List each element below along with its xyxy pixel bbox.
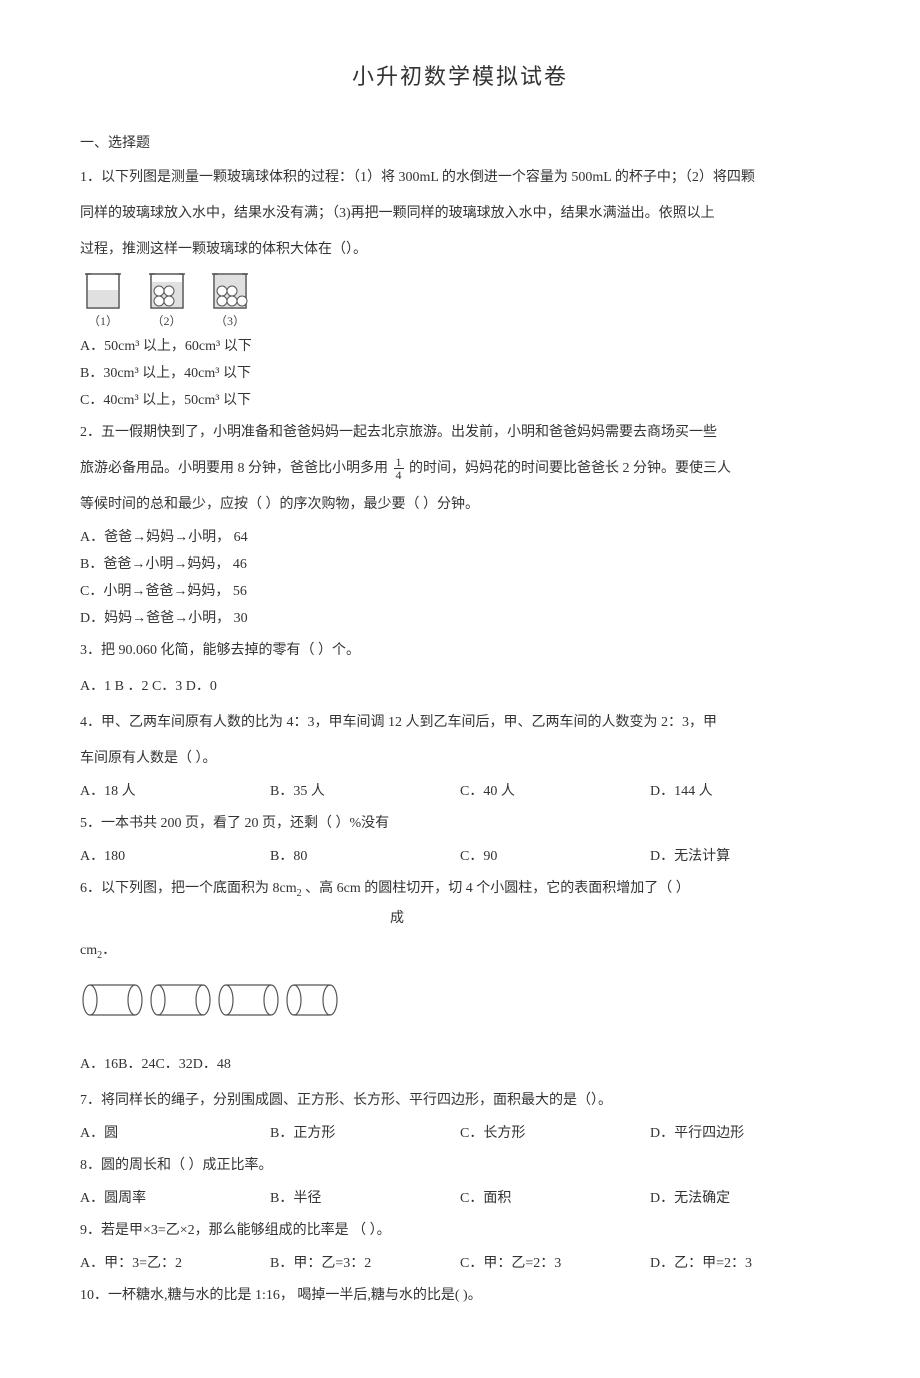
q6-options: A．16B．24C．32D．48 [80, 1051, 840, 1079]
beaker-3: （3） [207, 272, 253, 330]
beaker-2: （2） [144, 272, 190, 330]
q2-option-b: B．爸爸→小明→妈妈， 46 [80, 554, 840, 575]
q7-option-b: B．正方形 [270, 1123, 460, 1144]
q1-figure: （1） （2） （3） [80, 272, 840, 330]
q8-option-d: D．无法确定 [650, 1188, 840, 1209]
q1-stem-l1: 1．以下列图是测量一颗玻璃球体积的过程：（1）将 300mL 的水倒进一个容量为… [80, 164, 840, 192]
q9-options: A．甲：3=乙：2 B．甲：乙­=3：2 C．甲：乙=2：3 D．乙：甲=2：3 [80, 1253, 840, 1274]
sub2: 2 [97, 950, 102, 961]
q9-option-c: C．甲：乙=2：3 [460, 1253, 650, 1274]
q3-options: A．1 B ．2 C．3 D．0 [80, 673, 840, 701]
beaker-caption: （3） [207, 312, 253, 330]
q2-pre: 旅游必备用品。小明要用 8 分钟，爸爸比小明多用 [80, 461, 392, 476]
frac-den: 4 [394, 469, 404, 481]
q7-option-a: A．圆 [80, 1123, 270, 1144]
beaker-icon [210, 272, 250, 310]
q9-stem: 9．若是甲×3=乙×2，那么能够组成的比率是 （ ）。 [80, 1217, 840, 1245]
q4-option-c: C．40 人 [460, 781, 650, 802]
q2-post: 的时间，妈妈花的时间要比爸爸长 2 分钟。要使三人 [409, 461, 731, 476]
q4-stem-l2: 车间原有人数是（ ）。 [80, 745, 840, 773]
sub2: 2 [297, 888, 302, 899]
page-title: 小升初数学模拟试卷 [80, 60, 840, 93]
q5-option-d: D．无法计算 [650, 846, 840, 867]
q2-option-a: A．爸爸→妈妈→小明， 64 [80, 527, 840, 548]
q6-mid: 、高 6cm 的圆柱切开，切 4 个小圆柱，它的表面积增加了（ ） [305, 881, 690, 896]
q8-option-a: A．圆周率 [80, 1188, 270, 1209]
q1-stem-l2: 同样的玻璃球放入水中，结果水没有满；（3)再把一颗同样的玻璃球放入水中，结果水满… [80, 200, 840, 228]
q1-option-a: A．50cm³ 以上，60cm³ 以下 [80, 336, 840, 357]
q7-option-c: C．长方形 [460, 1123, 650, 1144]
q2-option-c: C．小明→爸爸→妈妈， 56 [80, 581, 840, 602]
q6-figure [80, 976, 840, 1031]
q8-stem: 8．圆的周长和（ ）成正比率。 [80, 1152, 840, 1180]
q5-option-c: C．90 [460, 846, 650, 867]
q4-option-a: A．18 人 [80, 781, 270, 802]
beaker-caption: （2） [144, 312, 190, 330]
q3-stem: 3．把 90.060 化简，能够去掉的零有（ ）个。 [80, 637, 840, 665]
section-heading: 一、选择题 [80, 133, 840, 154]
q8-options: A．圆周率 B．半径 C．面积 D．无法确定 [80, 1188, 840, 1209]
q8-option-b: B．半径 [270, 1188, 460, 1209]
cylinders-icon [80, 976, 340, 1024]
q5-stem: 5．一本书共 200 页，看了 20 页，还剩（ ）%没有 [80, 810, 840, 838]
q1-stem-l3: 过程，推测这样一颗玻璃球的体积大体在（）。 [80, 236, 840, 264]
fraction-icon: 1 4 [394, 456, 404, 481]
q5-options: A．180 B．80 C．90 D．无法计算 [80, 846, 840, 867]
q2-option-d: D．妈妈→爸爸→小明， 30 [80, 608, 840, 629]
q9-option-d: D．乙：甲=2：3 [650, 1253, 840, 1274]
q2-stem-l3: 等候时间的总和最少，应按（ ）的序次购物，最少要（ ）分钟。 [80, 491, 840, 519]
q7-options: A．圆 B．正方形 C．长方形 D．平行四边形 [80, 1123, 840, 1144]
q2-stem-l1: 2．五一假期快到了，小明准备和爸爸妈妈一起去北京旅游。出发前，小明和爸爸妈妈需要… [80, 419, 840, 447]
q5-option-a: A．180 [80, 846, 270, 867]
q4-option-d: D．144 人 [650, 781, 840, 802]
q9-option-a: A．甲：3=乙：2 [80, 1253, 270, 1274]
q7-option-d: D．平行四边形 [650, 1123, 840, 1144]
q4-option-b: B．35 人 [270, 781, 460, 802]
q1-option-b: B．30cm³ 以上，40cm³ 以下 [80, 363, 840, 384]
q4-options: A．18 人 B．35 人 C．40 人 D．144 人 [80, 781, 840, 802]
q7-stem: 7．将同样长的绳子，分别围成圆、正方形、长方形、平行四边形，面积最大的是（）。 [80, 1087, 840, 1115]
q1-option-c: C．40cm³ 以上，50cm³ 以下 [80, 390, 840, 411]
q6-unit-text: cm [80, 943, 97, 958]
q5-option-b: B．80 [270, 846, 460, 867]
q6-unit: cm2． [80, 937, 840, 966]
q9-option-b: B．甲：乙­=3：2 [270, 1253, 460, 1274]
beaker-1: （1） [80, 272, 126, 330]
q8-option-c: C．面积 [460, 1188, 650, 1209]
beaker-icon [83, 272, 123, 310]
q10-stem: 10．一杯糖水,糖与水的比是 1:16， 喝掉一半后,糖与水的比是( )。 [80, 1282, 840, 1310]
q6-pre: 6．以下列图，把一个底面积为 8cm [80, 881, 297, 896]
q4-stem-l1: 4．甲、乙两车间原有人数的比为 4：3，甲车间调 12 人到乙车间后，甲、乙两车… [80, 709, 840, 737]
q6-cheng: 成 [390, 908, 840, 929]
beaker-icon [147, 272, 187, 310]
q2-stem-l2: 旅游必备用品。小明要用 8 分钟，爸爸比小明多用 1 4 的时间，妈妈花的时间要… [80, 455, 840, 483]
q6-stem: 6．以下列图，把一个底面积为 8cm2 、高 6cm 的圆柱切开，切 4 个小圆… [80, 875, 840, 904]
beaker-caption: （1） [80, 312, 126, 330]
